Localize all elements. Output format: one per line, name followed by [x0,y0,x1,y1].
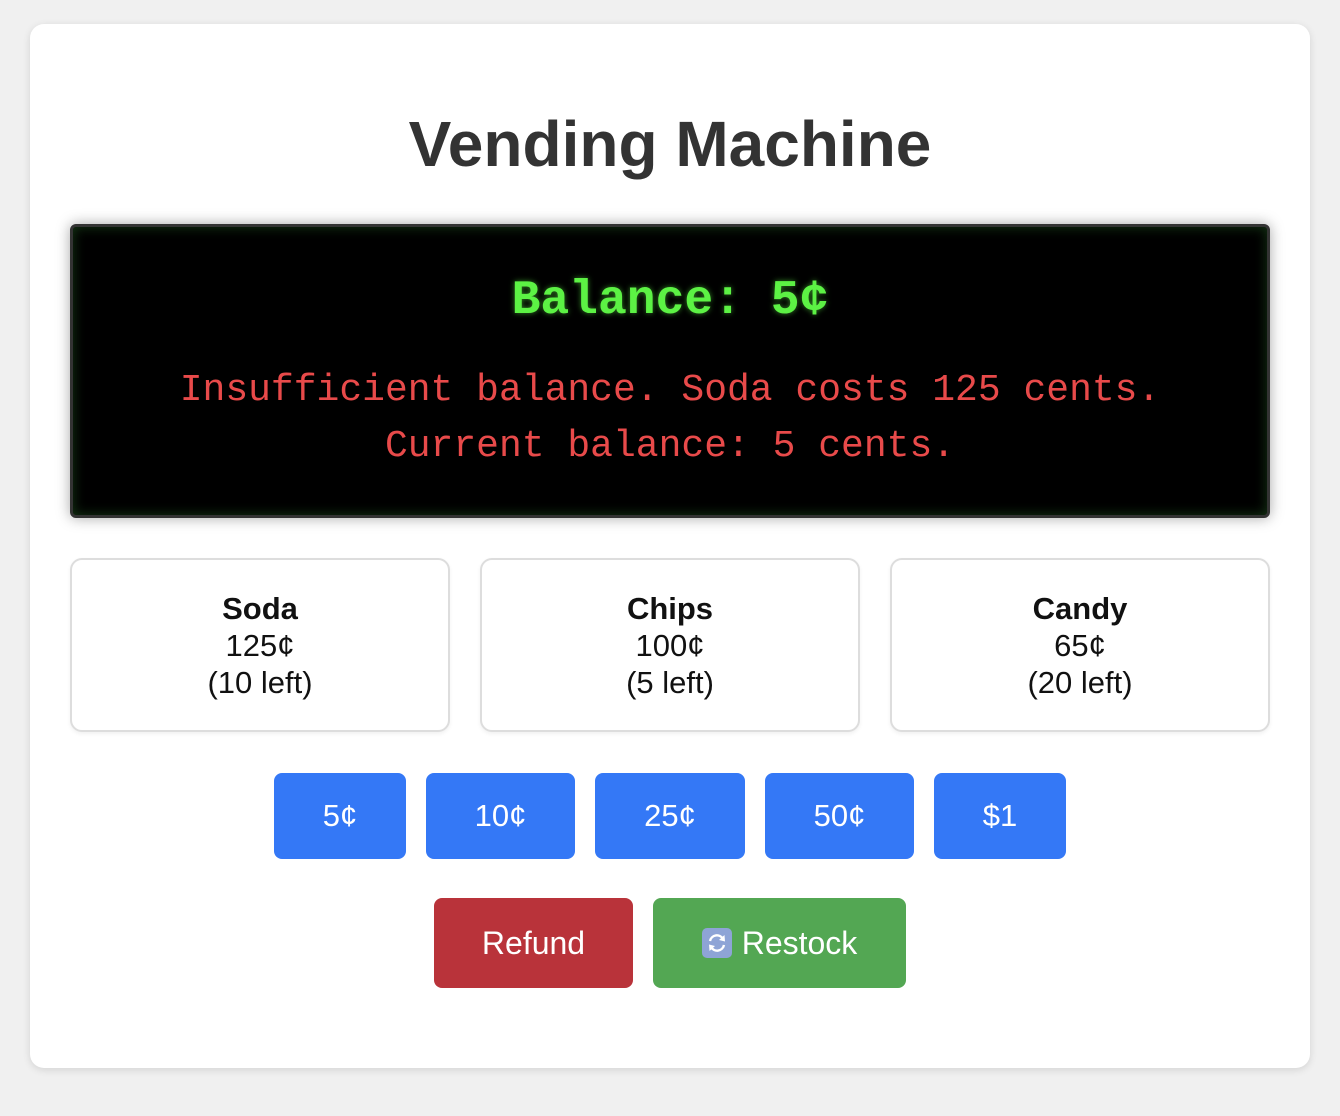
product-chips[interactable]: Chips 100¢ (5 left) [480,558,860,732]
product-candy[interactable]: Candy 65¢ (20 left) [890,558,1270,732]
coin-5-cent-button[interactable]: 5¢ [274,773,406,859]
coin-25-cent-button[interactable]: 25¢ [595,773,745,859]
coin-50-cent-button[interactable]: 50¢ [765,773,914,859]
restock-button[interactable]: Restock [653,898,906,988]
product-stock: (10 left) [207,665,313,700]
balance-readout: Balance: 5¢ [511,274,829,328]
product-price: 65¢ [1054,628,1106,663]
product-stock: (20 left) [1027,665,1133,700]
page-title: Vending Machine [408,108,932,180]
action-buttons: Refund Restock [30,898,1310,988]
product-name: Chips [626,591,714,626]
refresh-icon [701,928,732,958]
coin-1-dollar-button[interactable]: $1 [934,773,1066,859]
coin-buttons: 5¢ 10¢ 25¢ 50¢ $1 [30,773,1310,859]
refund-button[interactable]: Refund [434,898,633,988]
product-soda[interactable]: Soda 125¢ (10 left) [70,558,450,732]
product-price: 100¢ [635,628,705,663]
restock-label: Restock [741,925,858,961]
status-message: Insufficient balance. Soda costs 125 cen… [179,369,1161,468]
machine-display: Balance: 5¢ Insufficient balance. Soda c… [70,224,1270,518]
product-name: Candy [1032,591,1128,626]
vending-machine-panel: Vending Machine Balance: 5¢ Insufficient… [30,24,1310,1068]
coin-10-cent-button[interactable]: 10¢ [426,773,575,859]
product-list: Soda 125¢ (10 left) Chips 100¢ (5 left) … [70,558,1270,732]
product-stock: (5 left) [626,665,714,700]
product-price: 125¢ [225,628,295,663]
product-name: Soda [222,591,298,626]
